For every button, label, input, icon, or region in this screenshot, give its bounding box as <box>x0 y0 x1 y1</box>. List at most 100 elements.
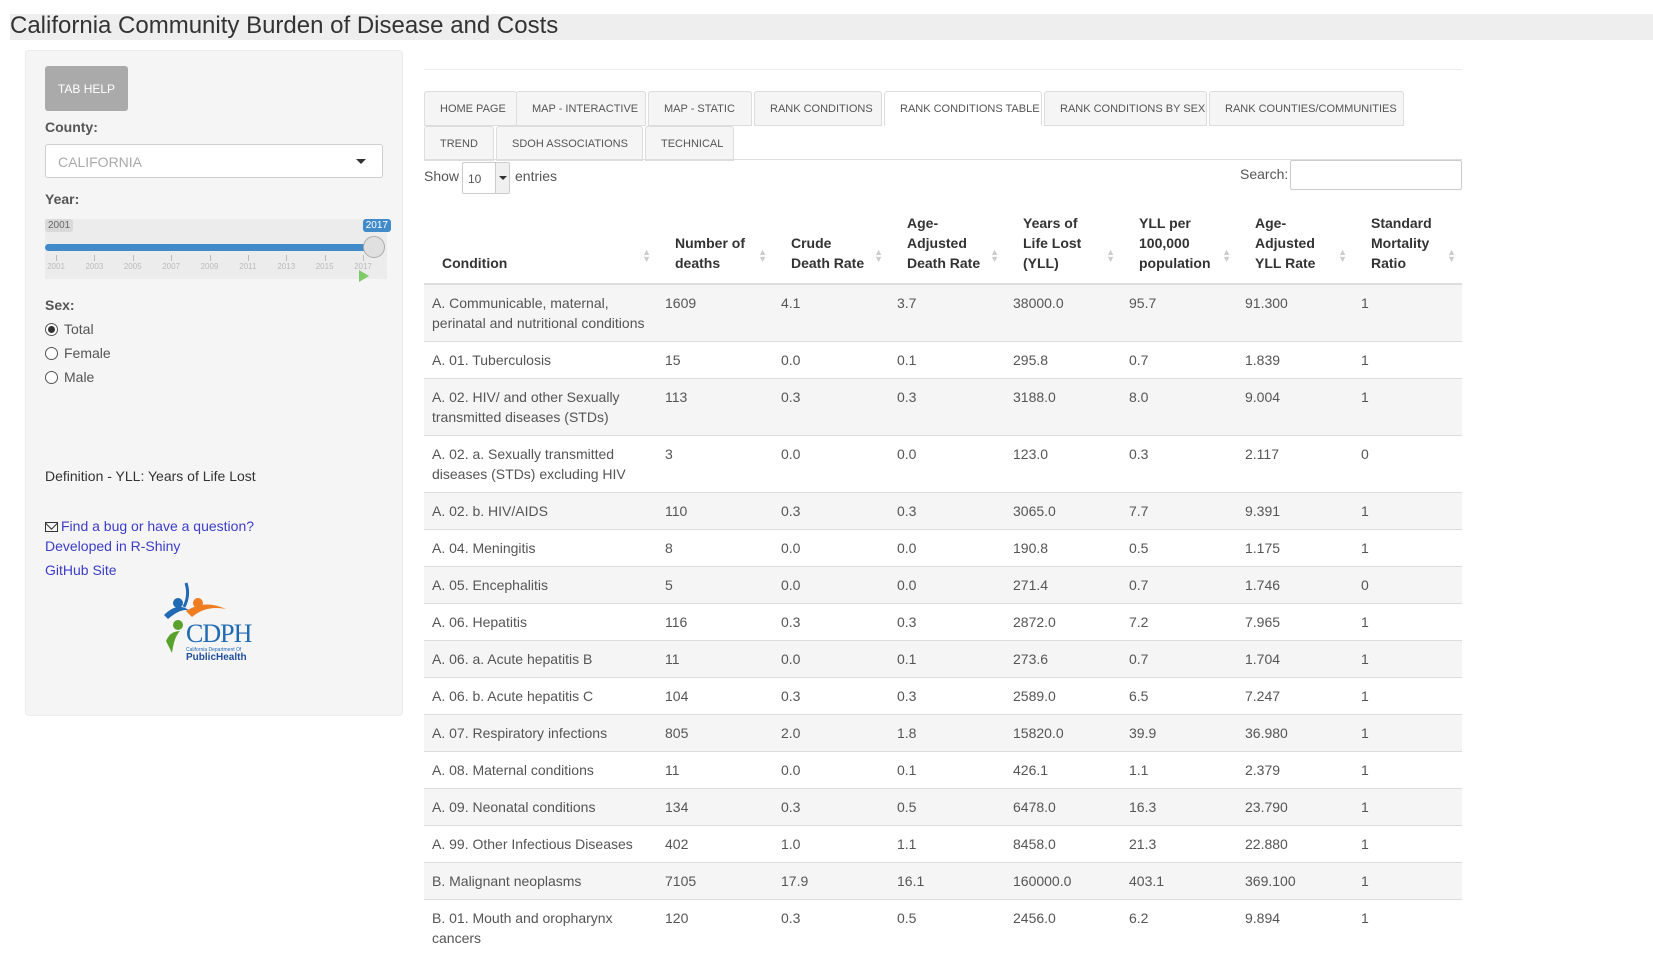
table-cell: 0.5 <box>1121 530 1237 567</box>
tab-rank-conditions[interactable]: RANK CONDITIONS <box>754 91 882 126</box>
table-cell: 0.0 <box>773 752 889 789</box>
table-cell: 0.0 <box>773 641 889 678</box>
column-header-label: Standard Mortality Ratio <box>1371 215 1432 271</box>
definition-text: Definition - YLL: Years of Life Lost <box>45 468 256 484</box>
tab-technical[interactable]: TECHNICAL <box>645 126 734 161</box>
sex-option-male[interactable]: Male <box>45 369 94 385</box>
sort-icon[interactable]: ▲▼ <box>874 249 883 263</box>
table-row[interactable]: B. Malignant neoplasms710517.916.1160000… <box>424 863 1462 900</box>
table-row[interactable]: A. Communicable, maternal, perinatal and… <box>424 284 1462 342</box>
year-slider[interactable]: 2001 2017 200120032005200720092011201320… <box>45 219 387 279</box>
column-header[interactable]: Crude Death Rate ▲▼ <box>773 205 889 284</box>
table-cell: 2.379 <box>1237 752 1353 789</box>
table-cell: 1 <box>1353 530 1462 567</box>
table-cell: 369.100 <box>1237 863 1353 900</box>
table-cell: 1 <box>1353 342 1462 379</box>
tab-rank-counties-communities[interactable]: RANK COUNTIES/COMMUNITIES <box>1209 91 1404 126</box>
slider-tick <box>248 255 249 261</box>
table-cell: A. 06. a. Acute hepatitis B <box>424 641 657 678</box>
sort-icon[interactable]: ▲▼ <box>642 249 651 263</box>
table-cell: A. 01. Tuberculosis <box>424 342 657 379</box>
slider-track[interactable] <box>45 244 373 251</box>
table-cell: 0.3 <box>773 678 889 715</box>
bug-report-link[interactable]: Find a bug or have a question? <box>45 518 254 534</box>
table-row[interactable]: A. 05. Encephalitis50.00.0271.40.71.7460 <box>424 567 1462 604</box>
table-row[interactable]: A. 06. b. Acute hepatitis C1040.30.32589… <box>424 678 1462 715</box>
sort-icon[interactable]: ▲▼ <box>758 249 767 263</box>
cdph-logo: CDPH California Department Of PublicHeal… <box>156 581 256 666</box>
county-label: County: <box>45 119 98 135</box>
county-select[interactable]: CALIFORNIA <box>45 144 383 178</box>
tab-trend[interactable]: TREND <box>424 126 494 161</box>
slider-handle[interactable] <box>363 236 385 258</box>
column-header[interactable]: Age-Adjusted Death Rate▲▼ <box>889 205 1005 284</box>
play-icon[interactable] <box>359 270 369 282</box>
sex-option-female[interactable]: Female <box>45 345 111 361</box>
table-cell: 1 <box>1353 715 1462 752</box>
table-cell: 1.0 <box>773 826 889 863</box>
slider-tick-label: 2013 <box>271 262 301 271</box>
sort-icon[interactable]: ▲▼ <box>1222 249 1231 263</box>
table-cell: A. 04. Meningitis <box>424 530 657 567</box>
column-header-label: Crude Death Rate <box>791 235 864 271</box>
table-cell: A. 07. Respiratory infections <box>424 715 657 752</box>
table-row[interactable]: A. 02. HIV/ and other Sexually transmitt… <box>424 379 1462 436</box>
sex-option-label: Total <box>64 321 94 337</box>
entries-label: entries <box>515 168 557 184</box>
slider-tick <box>94 255 95 261</box>
radio-icon[interactable] <box>45 371 58 384</box>
table-row[interactable]: A. 08. Maternal conditions110.00.1426.11… <box>424 752 1462 789</box>
github-link[interactable]: GitHub Site <box>45 562 117 578</box>
column-header[interactable]: Years of Life Lost (YLL)▲▼ <box>1005 205 1121 284</box>
sort-icon[interactable]: ▲▼ <box>990 249 999 263</box>
column-header[interactable]: Age-Adjusted YLL Rate▲▼ <box>1237 205 1353 284</box>
sort-icon[interactable]: ▲▼ <box>1106 249 1115 263</box>
tab-home-page[interactable]: HOME PAGE <box>424 91 517 126</box>
rshiny-link[interactable]: Developed in R-Shiny <box>45 538 180 554</box>
table-row[interactable]: A. 01. Tuberculosis150.00.1295.80.71.839… <box>424 342 1462 379</box>
table-row[interactable]: A. 07. Respiratory infections8052.01.815… <box>424 715 1462 752</box>
table-row[interactable]: A. 06. a. Acute hepatitis B110.00.1273.6… <box>424 641 1462 678</box>
column-header[interactable]: YLL per 100,000 population▲▼ <box>1121 205 1237 284</box>
table-header-row: Condition▲▼Number of deaths▲▼Crude Death… <box>424 205 1462 284</box>
table-cell: B. Malignant neoplasms <box>424 863 657 900</box>
tab-sdoh-associations[interactable]: SDOH ASSOCIATIONS <box>496 126 643 161</box>
sex-option-total[interactable]: Total <box>45 321 94 337</box>
table-cell: 0.3 <box>773 604 889 641</box>
entries-select[interactable]: 10 <box>462 162 510 194</box>
column-header[interactable]: Standard Mortality Ratio ▲▼ <box>1353 205 1462 284</box>
tab-map-static[interactable]: MAP - STATIC <box>648 91 752 126</box>
search-input[interactable] <box>1290 160 1462 190</box>
table-row[interactable]: A. 04. Meningitis80.00.0190.80.51.1751 <box>424 530 1462 567</box>
table-row[interactable]: A. 06. Hepatitis1160.30.32872.07.27.9651 <box>424 604 1462 641</box>
table-cell: 9.004 <box>1237 379 1353 436</box>
sidebar: TAB HELP County: CALIFORNIA Year: 2001 2… <box>25 50 403 716</box>
table-cell: 8 <box>657 530 773 567</box>
tab-map-interactive[interactable]: MAP - INTERACTIVE <box>516 91 646 126</box>
column-header-label: Condition <box>442 255 507 271</box>
column-header[interactable]: Number of deaths▲▼ <box>657 205 773 284</box>
table-cell: 6.5 <box>1121 678 1237 715</box>
table-row[interactable]: A. 09. Neonatal conditions1340.30.56478.… <box>424 789 1462 826</box>
table-cell: A. 02. a. Sexually transmitted diseases … <box>424 436 657 493</box>
table-row[interactable]: A. 99. Other Infectious Diseases4021.01.… <box>424 826 1462 863</box>
sort-icon[interactable]: ▲▼ <box>1447 249 1456 263</box>
tab-rank-conditions-by-sex[interactable]: RANK CONDITIONS BY SEX <box>1044 91 1207 126</box>
column-header[interactable]: Condition ▲▼ <box>424 205 657 284</box>
table-cell: 2872.0 <box>1005 604 1121 641</box>
table-cell: 273.6 <box>1005 641 1121 678</box>
tab-help-button[interactable]: TAB HELP <box>45 66 128 111</box>
table-row[interactable]: A. 02. a. Sexually transmitted diseases … <box>424 436 1462 493</box>
chevron-down-icon[interactable] <box>495 163 509 193</box>
slider-tick-label: 2007 <box>156 262 186 271</box>
table-row[interactable]: A. 02. b. HIV/AIDS1100.30.33065.07.79.39… <box>424 493 1462 530</box>
radio-icon[interactable] <box>45 323 58 336</box>
table-cell: 123.0 <box>1005 436 1121 493</box>
radio-icon[interactable] <box>45 347 58 360</box>
table-cell: 1 <box>1353 379 1462 436</box>
table-cell: 11 <box>657 641 773 678</box>
sort-icon[interactable]: ▲▼ <box>1338 249 1347 263</box>
tab-rank-conditions-table[interactable]: RANK CONDITIONS TABLE <box>884 91 1042 126</box>
table-cell: 21.3 <box>1121 826 1237 863</box>
table-cell: 8458.0 <box>1005 826 1121 863</box>
